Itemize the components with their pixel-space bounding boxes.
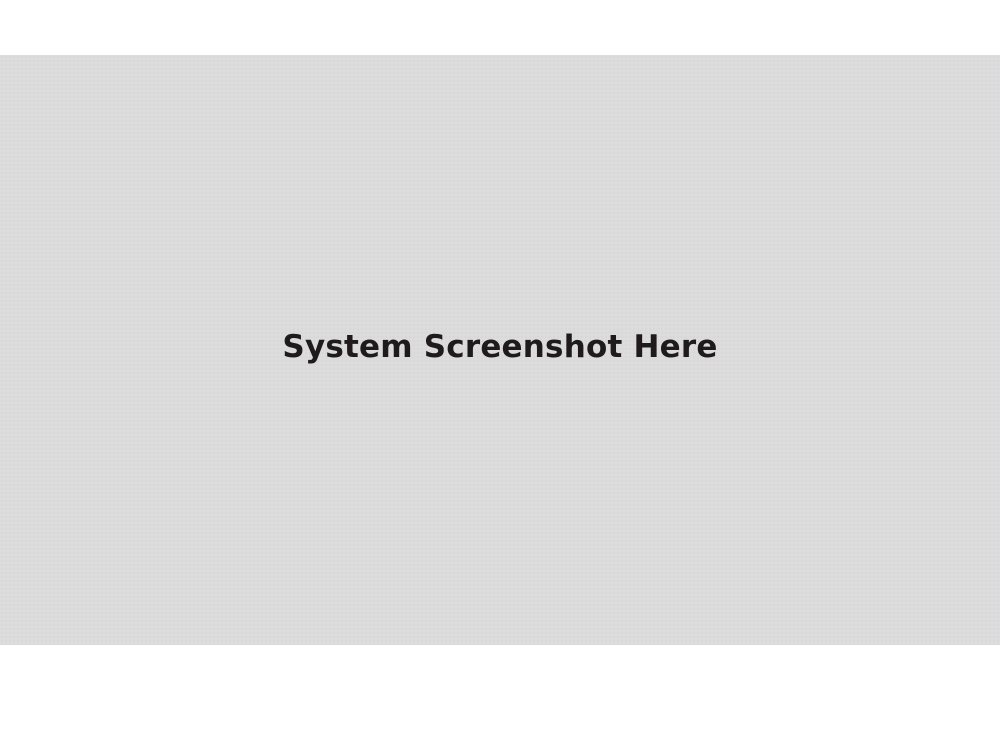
page: System Screenshot Here (0, 0, 1000, 750)
placeholder-text: System Screenshot Here (282, 329, 718, 365)
screenshot-placeholder-panel: System Screenshot Here (0, 55, 1000, 645)
